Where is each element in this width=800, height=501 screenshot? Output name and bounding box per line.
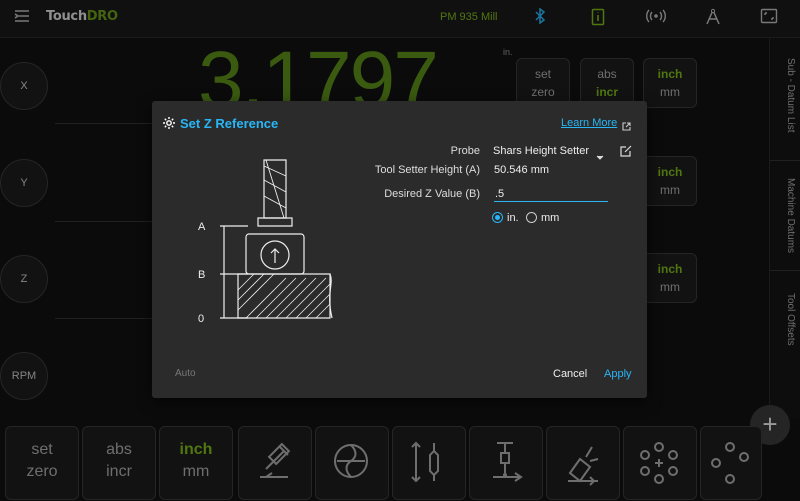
dialog-title: Set Z Reference <box>180 116 279 131</box>
diagram-label-a: A <box>198 221 206 233</box>
desired-z-underline <box>494 201 608 202</box>
diagram-label-b: B <box>198 269 205 281</box>
apply-button[interactable]: Apply <box>604 368 632 380</box>
tool-setter-height-label: Tool Setter Height (A) <box>374 164 480 176</box>
edit-icon[interactable] <box>620 144 632 162</box>
desired-z-label: Desired Z Value (B) <box>384 188 480 200</box>
cancel-button[interactable]: Cancel <box>553 368 587 380</box>
probe-label: Probe <box>450 145 480 157</box>
unit-mm-label[interactable]: mm <box>541 212 559 224</box>
z-reference-diagram: A B 0 <box>198 159 333 325</box>
learn-more-link[interactable]: Learn More <box>561 117 617 129</box>
chevron-down-icon[interactable] <box>596 148 604 166</box>
gear-icon <box>162 116 176 135</box>
unit-in-label[interactable]: in. <box>507 212 519 224</box>
set-z-reference-dialog: Set Z Reference Learn More A B 0 Probe S… <box>152 101 647 398</box>
desired-z-input[interactable]: .5 <box>495 188 504 200</box>
unit-in-radio[interactable] <box>492 212 503 223</box>
diagram-label-zero: 0 <box>198 313 204 325</box>
external-link-icon[interactable] <box>622 118 631 136</box>
unit-mm-radio[interactable] <box>526 212 537 223</box>
tool-setter-height-value: 50.546 mm <box>494 164 550 176</box>
auto-button[interactable]: Auto <box>175 368 196 379</box>
probe-select[interactable]: Shars Height Setter <box>493 145 589 157</box>
